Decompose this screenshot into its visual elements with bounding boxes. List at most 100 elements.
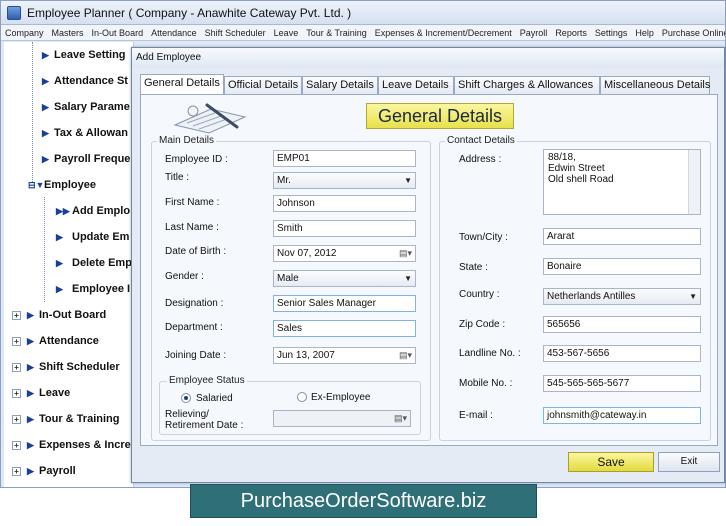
ex-employee-label: Ex-Employee	[311, 392, 371, 403]
landline-field[interactable]: 453-567-5656	[543, 345, 701, 362]
expand-plus-icon[interactable]: +	[12, 466, 21, 476]
menu-masters[interactable]: Masters	[48, 25, 88, 40]
tree-group-expenses[interactable]: + ▶ Expenses & Incre	[12, 437, 131, 453]
menu-expenses[interactable]: Expenses & Increment/Decrement	[371, 25, 516, 40]
menu-help[interactable]: Help	[631, 25, 658, 40]
tab-salary-details[interactable]: Salary Details	[302, 76, 378, 94]
employee-id-field[interactable]: EMP01	[273, 150, 416, 167]
address-field[interactable]: 88/18, Edwin Street Old shell Road	[543, 149, 701, 215]
tree-item-delete-employee[interactable]: ▶ Delete Emp	[56, 255, 132, 271]
town-label: Town/City :	[459, 232, 508, 243]
arrow-right-icon: ▶	[27, 310, 34, 320]
menu-payroll[interactable]: Payroll	[516, 25, 552, 40]
dob-date-picker[interactable]: Nov 07, 2012 ▤▾	[273, 245, 416, 262]
tree-item-salary-parameters[interactable]: ▶ Salary Parame	[42, 99, 130, 115]
tree-item-leave-setting[interactable]: ▶ Leave Setting	[42, 47, 126, 63]
menu-shift-scheduler[interactable]: Shift Scheduler	[201, 25, 270, 40]
relieving-date-picker[interactable]: ▤▾	[273, 410, 411, 427]
menu-attendance[interactable]: Attendance	[147, 25, 201, 40]
menu-purchase-online[interactable]: Purchase Online	[658, 25, 725, 40]
zip-field[interactable]: 565656	[543, 316, 701, 333]
tree-group-tour-training[interactable]: + ▶ Tour & Training	[12, 411, 119, 427]
tree-group-payroll[interactable]: + ▶ Payroll	[12, 463, 76, 479]
arrow-right-icon: ▶	[42, 76, 49, 86]
menu-leave[interactable]: Leave	[270, 25, 303, 40]
save-button[interactable]: Save	[568, 452, 654, 472]
expand-plus-icon[interactable]: +	[12, 310, 21, 320]
calendar-dropdown-icon[interactable]: ▤▾	[399, 248, 413, 259]
joining-date-label: Joining Date :	[165, 350, 227, 361]
navigation-tree: ▶ Leave Setting ▶ Attendance St ▶ Salary Pa…	[4, 42, 134, 487]
main-window: Employee Planner ( Company - Anawhite Ca…	[0, 0, 726, 488]
dob-label: Date of Birth :	[165, 246, 227, 257]
title-bar: Employee Planner ( Company - Anawhite Ca…	[1, 1, 725, 25]
country-select[interactable]: Netherlands Antilles ▼	[543, 288, 701, 305]
calendar-dropdown-icon[interactable]: ▤▾	[394, 413, 408, 424]
menu-company[interactable]: Company	[1, 25, 48, 40]
app-icon	[7, 6, 21, 20]
landline-label: Landline No. :	[459, 348, 521, 359]
first-name-field[interactable]: Johnson	[273, 195, 416, 212]
tree-item-payroll-frequency[interactable]: ▶ Payroll Freque	[42, 151, 130, 167]
tab-shift-charges[interactable]: Shift Charges & Allowances	[454, 76, 600, 94]
town-field[interactable]: Ararat	[543, 228, 701, 245]
employee-id-label: Employee ID :	[165, 154, 228, 165]
mobile-field[interactable]: 545-565-565-5677	[543, 375, 701, 392]
title-select[interactable]: Mr. ▼	[273, 172, 416, 189]
address-label: Address :	[459, 154, 502, 165]
tree-item-tax-allowance[interactable]: ▶ Tax & Allowan	[42, 125, 128, 141]
menu-in-out-board[interactable]: In-Out Board	[88, 25, 148, 40]
tree-item-employee-info[interactable]: ▶ Employee I	[56, 281, 130, 297]
zip-label: Zip Code :	[459, 319, 506, 330]
exit-button[interactable]: Exit	[658, 452, 720, 472]
tab-official-details[interactable]: Official Details	[224, 76, 302, 94]
designation-field[interactable]: Senior Sales Manager	[273, 295, 416, 312]
arrow-right-icon: ▶	[42, 102, 49, 112]
arrow-right-icon: ▶	[27, 466, 34, 476]
expand-plus-icon[interactable]: +	[12, 336, 21, 346]
arrow-right-icon: ▶	[56, 284, 63, 294]
country-label: Country :	[459, 289, 500, 300]
tree-group-in-out-board[interactable]: + ▶ In-Out Board	[12, 307, 106, 323]
calendar-dropdown-icon[interactable]: ▤▾	[399, 350, 413, 361]
scrollbar[interactable]	[688, 150, 700, 214]
tab-leave-details[interactable]: Leave Details	[378, 76, 454, 94]
tree-group-leave[interactable]: + ▶ Leave	[12, 385, 70, 401]
expand-plus-icon[interactable]: +	[12, 388, 21, 398]
arrow-right-icon: ▶	[42, 50, 49, 60]
arrow-right-icon: ▶	[27, 414, 34, 424]
tab-miscellaneous[interactable]: Miscellaneous Details	[600, 76, 710, 94]
last-name-field[interactable]: Smith	[273, 220, 416, 237]
department-label: Department :	[165, 322, 223, 333]
email-field[interactable]: johnsmith@cateway.in	[543, 407, 701, 424]
state-field[interactable]: Bonaire	[543, 258, 701, 275]
employee-status-legend: Employee Status	[167, 375, 247, 386]
salaried-radio[interactable]	[181, 393, 191, 403]
contact-details-legend: Contact Details	[445, 135, 517, 146]
joining-date-picker[interactable]: Jun 13, 2007 ▤▾	[273, 347, 416, 364]
tree-item-employee[interactable]: ⊟▼Employee	[28, 177, 96, 193]
menu-settings[interactable]: Settings	[591, 25, 632, 40]
arrow-right-icon: ▶	[42, 128, 49, 138]
chevron-down-icon: ▼	[689, 292, 697, 301]
tree-item-update-employee[interactable]: ▶ Update Em	[56, 229, 129, 245]
add-employee-dialog: Add Employee General Details Official De…	[131, 47, 725, 483]
department-field[interactable]: Sales	[273, 320, 416, 337]
tree-item-add-employee[interactable]: ▶▶ Add Emplo	[56, 203, 130, 219]
menu-bar: Company Masters In-Out Board Attendance Shif…	[1, 25, 725, 41]
expand-plus-icon[interactable]: +	[12, 414, 21, 424]
last-name-label: Last Name :	[165, 222, 219, 233]
expand-plus-icon[interactable]: +	[12, 440, 21, 450]
gender-select[interactable]: Male ▼	[273, 270, 416, 287]
state-label: State :	[459, 262, 488, 273]
tree-group-attendance[interactable]: + ▶ Attendance	[12, 333, 99, 349]
menu-tour-training[interactable]: Tour & Training	[302, 25, 371, 40]
tab-general-details[interactable]: General Details	[140, 74, 224, 94]
menu-reports[interactable]: Reports	[551, 25, 591, 40]
ex-employee-radio[interactable]	[297, 392, 307, 402]
section-heading: General Details	[366, 103, 514, 129]
expand-plus-icon[interactable]: +	[12, 362, 21, 372]
window-title: Employee Planner ( Company - Anawhite Ca…	[27, 6, 352, 20]
tree-group-shift-scheduler[interactable]: + ▶ Shift Scheduler	[12, 359, 120, 375]
tree-item-attendance-status[interactable]: ▶ Attendance St	[42, 73, 128, 89]
